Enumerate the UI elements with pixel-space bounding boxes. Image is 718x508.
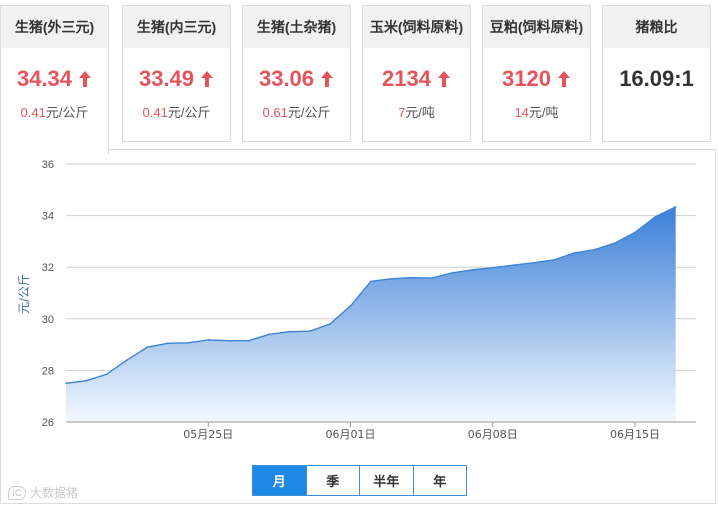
watermark-badge: IC [8, 485, 26, 500]
price-area-chart: 26 28 30 32 34 36 05月25日 06月01日 06月08日 06月15日 元/公… [17, 159, 696, 441]
data-point [532, 262, 535, 264]
data-point [187, 341, 189, 344]
data-point [329, 323, 331, 325]
data-point [65, 382, 67, 385]
y-tick-label: 26 [42, 417, 54, 429]
data-point [248, 339, 250, 342]
tab-month[interactable]: 月 [253, 466, 307, 495]
data-point [309, 330, 311, 332]
x-tick-label: 06月08日 [468, 428, 518, 441]
tab-half-year[interactable]: 半年 [360, 466, 414, 495]
data-point [105, 373, 108, 376]
data-point [613, 242, 616, 245]
y-tick-label: 34 [42, 211, 54, 223]
data-point [431, 277, 433, 279]
y-tick-label: 36 [42, 159, 54, 171]
watermark-text: 大数据猪 [30, 486, 79, 500]
data-point [126, 359, 128, 361]
x-tick-label: 05月25日 [183, 428, 233, 441]
data-point [471, 268, 474, 271]
tab-year[interactable]: 年 [414, 466, 467, 495]
y-tick-label: 30 [42, 314, 54, 326]
data-point [593, 248, 596, 251]
data-point [288, 330, 291, 333]
data-point [146, 346, 149, 348]
tab-quarter[interactable]: 季 [307, 466, 360, 495]
data-point [451, 272, 453, 274]
data-point [85, 379, 88, 382]
data-point [166, 342, 169, 345]
y-tick-label: 32 [42, 262, 54, 274]
data-point [674, 206, 677, 208]
data-point [207, 339, 210, 341]
data-point [349, 305, 352, 307]
x-tick-label: 06月15日 [610, 428, 660, 441]
data-point [410, 276, 413, 279]
data-point [634, 231, 636, 234]
data-point [491, 266, 494, 269]
data-point [512, 264, 514, 266]
price-area [66, 206, 676, 422]
data-point [227, 339, 230, 342]
data-point [268, 333, 271, 336]
watermark: IC 大数据猪 [8, 484, 78, 501]
data-point [370, 280, 372, 283]
data-point [654, 216, 657, 218]
y-axis-label: 元/公斤 [17, 274, 31, 314]
y-tick-label: 28 [42, 365, 54, 377]
data-point [552, 259, 555, 261]
data-point [573, 252, 575, 254]
range-tabs: 月 季 半年 年 [252, 465, 467, 496]
x-tick-label: 06月01日 [326, 428, 376, 441]
data-point [390, 278, 392, 280]
